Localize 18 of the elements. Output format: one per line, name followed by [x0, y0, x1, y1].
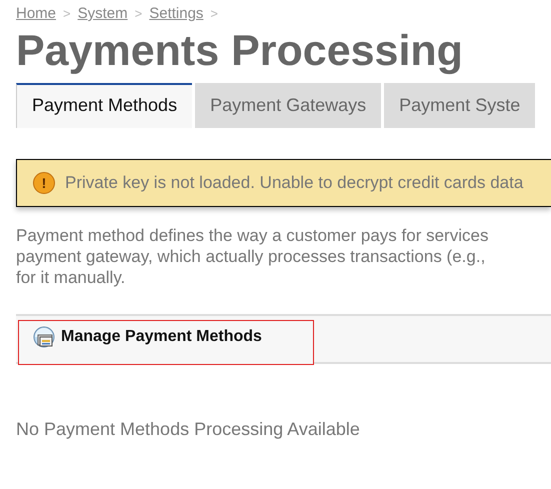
breadcrumb-separator: >: [134, 6, 142, 21]
warning-icon: !: [33, 172, 55, 194]
description-text: payment gateway, which actually processes transactions (e.g.,: [16, 246, 486, 268]
breadcrumb-separator: >: [210, 6, 218, 21]
tab[interactable]: Payment Gateways: [195, 83, 382, 128]
description-text: for it manually.: [16, 267, 126, 288]
description-text: Payment method defines the way a customer pays for services: [16, 225, 488, 246]
breadcrumb-link[interactable]: Home: [16, 5, 56, 22]
tab[interactable]: Payment Syste: [384, 83, 536, 128]
breadcrumb-separator: >: [63, 6, 71, 21]
tab[interactable]: Payment Methods: [16, 83, 192, 128]
payment-methods-icon: [33, 326, 55, 348]
manage-payment-methods-button[interactable]: Manage Payment Methods: [18, 320, 314, 366]
empty-message: No Payment Methods Processing Available: [16, 419, 361, 440]
page-title: Payments Processing: [16, 28, 464, 76]
breadcrumb-link[interactable]: Settings: [149, 5, 204, 22]
alert-message: Private key is not loaded. Unable to decrypt credit cards data: [65, 173, 524, 194]
breadcrumb-link[interactable]: System: [78, 5, 128, 22]
